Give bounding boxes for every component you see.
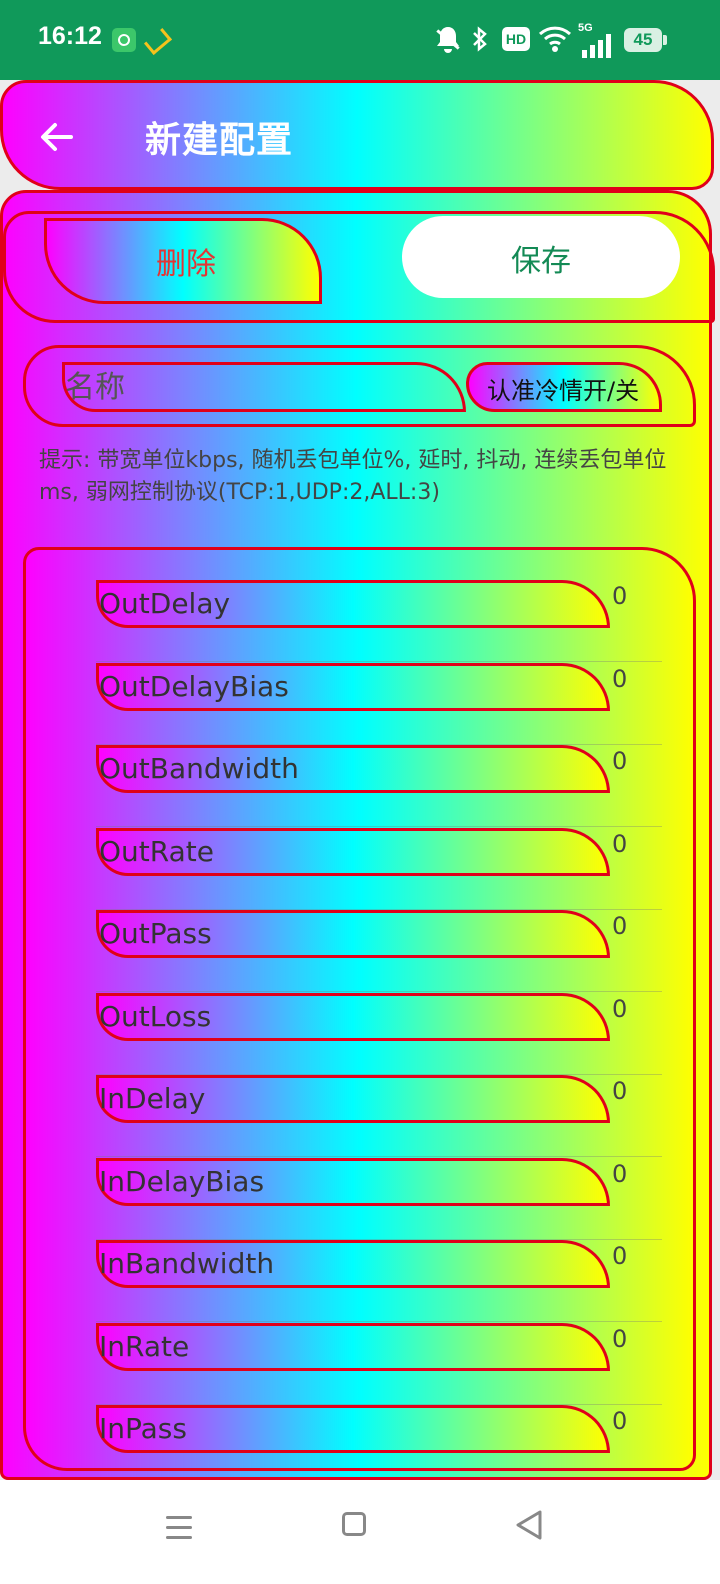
param-input[interactable]: OutLoss (96, 992, 610, 1041)
back-button[interactable] (37, 117, 77, 157)
param-name: OutBandwidth (99, 752, 299, 785)
param-name: InDelayBias (99, 1164, 265, 1198)
param-name: InBandwidth (99, 1247, 275, 1280)
param-value: 0 (612, 1159, 628, 1188)
wifi-icon (538, 24, 572, 54)
status-bar: 16:12 HD 5G 45 (0, 0, 720, 80)
bell-off-icon (434, 24, 462, 54)
param-input[interactable]: InRate (96, 1322, 610, 1371)
param-row: OutBandwidth 0 (96, 745, 662, 827)
delete-label: 删除 (156, 247, 216, 282)
param-value: 0 (612, 912, 628, 940)
back-triangle-icon[interactable] (514, 1508, 544, 1542)
save-label: 保存 (511, 244, 571, 279)
param-value: 0 (612, 1077, 628, 1105)
param-row: InDelay 0 (96, 1075, 662, 1157)
weak-net-toggle-button[interactable]: 认准冷情开/关 (466, 362, 662, 412)
param-list: OutDelay 0 OutDelayBias 0 OutBandwidth 0 OutRa… (23, 547, 696, 1471)
app-logo-icon (144, 28, 168, 52)
param-value: 0 (612, 1324, 628, 1353)
battery-indicator: 45 (624, 28, 667, 52)
param-row: OutDelayBias 0 (96, 662, 662, 745)
arrow-left-icon (41, 123, 73, 151)
param-input[interactable]: OutPass (96, 910, 610, 958)
toggle-label: 认准冷情开/关 (487, 377, 640, 405)
param-input[interactable]: OutDelayBias (96, 662, 610, 711)
param-input[interactable]: OutDelay (96, 580, 610, 628)
param-name: OutDelayBias (99, 669, 289, 703)
param-input[interactable]: OutBandwidth (96, 745, 610, 793)
param-value: 0 (612, 829, 628, 858)
param-row: InBandwidth 0 (96, 1240, 662, 1322)
param-value: 0 (612, 1407, 628, 1435)
param-row: OutLoss 0 (96, 992, 662, 1075)
param-row: OutPass 0 (96, 910, 662, 992)
param-input[interactable]: OutRate (96, 827, 610, 876)
param-name: InRate (99, 1329, 190, 1363)
param-value: 0 (612, 994, 628, 1023)
app-bar: 新建配置 (0, 80, 714, 190)
param-row: OutRate 0 (96, 827, 662, 910)
param-row: InRate 0 (96, 1322, 662, 1405)
param-input[interactable]: InDelay (96, 1075, 610, 1123)
param-name: OutRate (99, 834, 214, 868)
param-value: 0 (612, 1242, 628, 1270)
status-time: 16:12 (38, 22, 102, 50)
param-input[interactable]: InDelayBias (96, 1157, 610, 1206)
action-row: 删除 保存 (3, 211, 715, 323)
page-title: 新建配置 (145, 120, 294, 161)
hint-text: 提示: 带宽单位kbps, 随机丢包单位%, 延时, 抖动, 连续丢包单位ms,… (39, 448, 667, 505)
hd-badge: HD (502, 27, 530, 51)
param-row: OutDelay 0 (96, 580, 662, 662)
param-name: InPass (99, 1412, 187, 1445)
param-input[interactable]: InPass (96, 1405, 610, 1453)
bluetooth-icon (470, 24, 490, 54)
app-update-icon (112, 28, 136, 52)
param-value: 0 (612, 582, 628, 610)
param-row: InPass 0 (96, 1405, 662, 1468)
signal-icon (578, 24, 618, 58)
name-input[interactable] (62, 362, 466, 412)
param-name: OutLoss (99, 999, 212, 1033)
param-name: OutPass (99, 917, 212, 950)
param-name: OutDelay (99, 587, 231, 620)
name-row: 认准冷情开/关 (23, 345, 696, 427)
save-button[interactable]: 保存 (402, 216, 680, 298)
param-name: InDelay (99, 1082, 206, 1115)
menu-icon[interactable] (166, 1516, 192, 1540)
param-row: InDelayBias 0 (96, 1157, 662, 1240)
param-input[interactable]: InBandwidth (96, 1240, 610, 1288)
param-value: 0 (612, 747, 628, 775)
param-value: 0 (612, 664, 628, 693)
content-panel: 删除 保存 认准冷情开/关 提示: 带宽单位kbps, 随机丢包单位%, 延时,… (0, 190, 715, 1480)
delete-button[interactable]: 删除 (44, 218, 322, 304)
system-nav-bar (0, 1480, 720, 1584)
home-square-icon[interactable] (342, 1512, 366, 1536)
